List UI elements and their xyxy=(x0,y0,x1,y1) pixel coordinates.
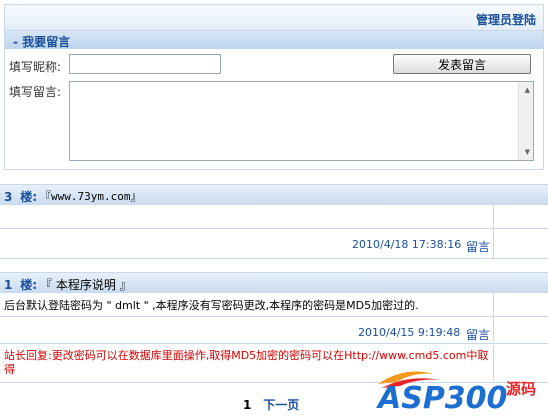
post-form-panel: - 我要留言 填写昵称: 发表留言 填写留言: ▲ ▼ xyxy=(4,30,544,170)
post-form-header: - 我要留言 xyxy=(5,31,543,49)
current-page: 1 xyxy=(243,398,252,412)
asp300-logo: ASP300 源码 xyxy=(376,371,536,416)
post-form-title: - 我要留言 xyxy=(13,35,71,49)
entry-1-title: 『 本程序说明 』 xyxy=(40,278,132,292)
pagination: 1 下一页 xyxy=(243,396,299,413)
entry-1-floor: 1 楼: xyxy=(4,278,37,292)
admin-login-link[interactable]: 管理员登陆 xyxy=(476,11,536,28)
logo-brand: ASP300 xyxy=(376,381,507,416)
message-textarea[interactable]: ▲ ▼ xyxy=(69,81,534,161)
entry-1-body: 后台默认登陆密码为 " dmlt " ,本程序没有写密码更改,本程序的密码是MD… xyxy=(4,299,419,312)
entry-1-bottom-rule xyxy=(0,343,548,344)
entry-3-rule xyxy=(0,228,548,229)
entry-3-timestamp: 2010/4/18 17:38:16 xyxy=(352,238,462,251)
entry-1-rule xyxy=(0,316,548,317)
scroll-up-icon[interactable]: ▲ xyxy=(525,86,530,94)
entry-3-title: 『www.73ym.com』 xyxy=(40,190,142,203)
entry-1-timestamp: 2010/4/15 9:19:48 xyxy=(358,326,461,339)
entry-3-header: 3 楼: 『www.73ym.com』 xyxy=(0,185,548,205)
entry-3-reply-link[interactable]: 留言 xyxy=(466,238,490,255)
scroll-down-icon[interactable]: ▼ xyxy=(525,148,530,156)
entry-1-reply-link[interactable]: 留言 xyxy=(466,326,490,343)
logo-suffix: 源码 xyxy=(506,380,536,398)
entry-3-bottom-rule xyxy=(0,258,548,259)
submit-message-button[interactable]: 发表留言 xyxy=(393,54,531,74)
entry-3-divider xyxy=(493,205,494,259)
entry-3-floor: 3 楼: xyxy=(4,190,37,204)
nickname-label: 填写昵称: xyxy=(9,60,62,74)
entry-1-divider xyxy=(493,293,494,341)
next-page-link[interactable]: 下一页 xyxy=(263,398,299,412)
admin-bar xyxy=(4,4,544,30)
message-label: 填写留言: xyxy=(9,85,62,99)
entry-1-header: 1 楼: 『 本程序说明 』 xyxy=(0,273,548,293)
textarea-scrollbar[interactable]: ▲ ▼ xyxy=(518,82,533,160)
nickname-input[interactable] xyxy=(69,54,221,74)
